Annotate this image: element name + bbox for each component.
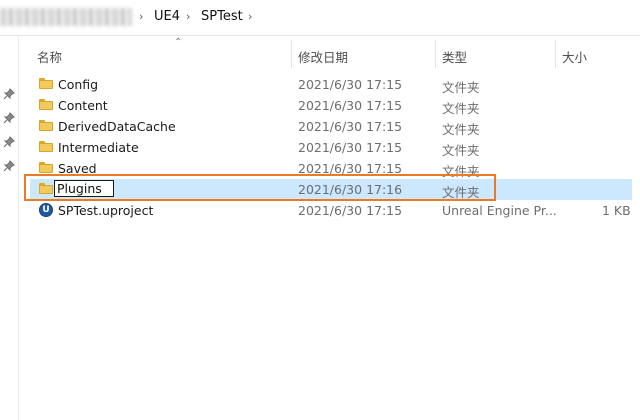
file-name: Content (58, 98, 108, 113)
folder-icon (39, 120, 53, 131)
column-header-type[interactable]: 类型 (442, 47, 467, 66)
blurred-path-segment (0, 8, 132, 26)
pin-icon[interactable] (3, 88, 15, 100)
breadcrumb-separator: › (186, 10, 191, 23)
file-row[interactable]: Config 2021/6/30 17:15 文件夹 (30, 74, 632, 95)
folder-icon (39, 183, 53, 194)
folder-icon (39, 162, 53, 173)
column-divider[interactable] (435, 40, 436, 68)
file-row[interactable]: Content 2021/6/30 17:15 文件夹 (30, 95, 632, 116)
file-date: 2021/6/30 17:15 (298, 119, 403, 134)
file-type: 文件夹 (442, 143, 480, 158)
sort-ascending-icon: ⌃ (174, 37, 183, 48)
file-type: 文件夹 (442, 185, 480, 200)
rename-input[interactable] (54, 180, 114, 197)
file-date: 2021/6/30 17:16 (298, 182, 403, 197)
file-type: 文件夹 (442, 164, 480, 179)
pin-icon[interactable] (3, 136, 15, 148)
address-bar[interactable]: › UE4 › SPTest › (0, 0, 640, 36)
file-date: 2021/6/30 17:15 (298, 140, 403, 155)
pin-icon[interactable] (3, 112, 15, 124)
file-date: 2021/6/30 17:15 (298, 203, 403, 218)
folder-icon (39, 141, 53, 152)
navigation-pane[interactable] (0, 36, 19, 420)
file-name: SPTest.uproject (58, 203, 154, 218)
column-header-size[interactable]: 大小 (562, 47, 587, 66)
file-name: DerivedDataCache (58, 119, 176, 134)
breadcrumb-sptest[interactable]: SPTest (201, 9, 243, 24)
file-type: 文件夹 (442, 101, 480, 116)
file-size: 1 KB (602, 203, 631, 218)
breadcrumb-ue4[interactable]: UE4 (154, 9, 180, 24)
folder-icon (39, 78, 53, 89)
file-row[interactable]: Intermediate 2021/6/30 17:15 文件夹 (30, 137, 632, 158)
folder-icon (39, 99, 53, 110)
column-header: ⌃ 名称 修改日期 类型 大小 (19, 36, 640, 68)
column-header-date[interactable]: 修改日期 (298, 47, 348, 66)
file-row[interactable]: DerivedDataCache 2021/6/30 17:15 文件夹 (30, 116, 632, 137)
file-type: 文件夹 (442, 122, 480, 137)
pin-icon[interactable] (3, 160, 15, 172)
column-divider[interactable] (555, 40, 556, 68)
file-name: Saved (58, 161, 97, 176)
file-row[interactable]: U SPTest.uproject 2021/6/30 17:15 Unreal… (30, 200, 632, 221)
column-header-name[interactable]: 名称 (37, 47, 62, 66)
file-name: Config (58, 77, 99, 92)
breadcrumb-separator[interactable]: › (248, 10, 252, 23)
file-row-selected[interactable]: 2021/6/30 17:16 文件夹 (30, 179, 632, 200)
file-type: 文件夹 (442, 80, 480, 95)
file-date: 2021/6/30 17:15 (298, 161, 403, 176)
file-date: 2021/6/30 17:15 (298, 98, 403, 113)
breadcrumb-separator: › (139, 10, 144, 23)
unreal-engine-icon: U (39, 203, 53, 217)
column-divider[interactable] (291, 40, 292, 68)
file-name: Intermediate (58, 140, 139, 155)
file-row[interactable]: Saved 2021/6/30 17:15 文件夹 (30, 158, 632, 179)
file-type: Unreal Engine Pr... (442, 203, 557, 218)
file-date: 2021/6/30 17:15 (298, 77, 403, 92)
